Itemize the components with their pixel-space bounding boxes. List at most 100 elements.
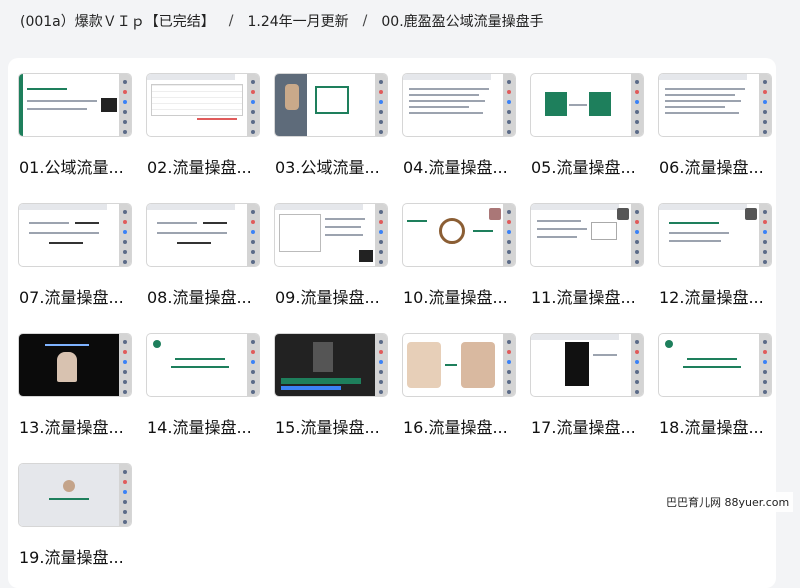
file-tile[interactable]: 11.流量操盘...: [528, 188, 644, 308]
file-thumbnail[interactable]: [403, 204, 515, 266]
file-grid-panel: 01.公域流量... 02.流量操盘... 03.公域流量... 04.流量操盘...…: [8, 58, 776, 588]
thumbnail-side-rail: [503, 204, 515, 266]
file-thumbnail[interactable]: [531, 334, 643, 396]
file-tile[interactable]: 04.流量操盘...: [400, 58, 516, 178]
file-tile[interactable]: 13.流量操盘...: [16, 318, 132, 438]
file-tile[interactable]: 19.流量操盘...: [16, 448, 132, 568]
watermark: 巴巴育儿网 88yuer.com: [662, 492, 794, 512]
thumbnail-preview: [403, 74, 503, 136]
file-tile[interactable]: 06.流量操盘...: [656, 58, 772, 178]
thumbnail-side-rail: [759, 334, 771, 396]
file-thumbnail[interactable]: [659, 334, 771, 396]
file-title[interactable]: 09.流量操盘...: [275, 284, 380, 308]
file-title[interactable]: 07.流量操盘...: [19, 284, 124, 308]
file-tile[interactable]: 14.流量操盘...: [144, 318, 260, 438]
file-title[interactable]: 19.流量操盘...: [19, 544, 124, 568]
file-title[interactable]: 08.流量操盘...: [147, 284, 252, 308]
thumbnail-side-rail: [503, 334, 515, 396]
file-title[interactable]: 03.公域流量...: [275, 154, 380, 178]
thumbnail-side-rail: [247, 204, 259, 266]
thumbnail-preview: [275, 334, 375, 396]
thumbnail-preview: [19, 204, 119, 266]
file-thumbnail[interactable]: [659, 204, 771, 266]
file-tile[interactable]: 15.流量操盘...: [272, 318, 388, 438]
file-title[interactable]: 16.流量操盘...: [403, 414, 508, 438]
thumbnail-preview: [659, 204, 759, 266]
file-title[interactable]: 17.流量操盘...: [531, 414, 636, 438]
file-title[interactable]: 01.公域流量...: [19, 154, 124, 178]
breadcrumb-item-current-folder[interactable]: 00.鹿盈盈公域流量操盘手: [381, 11, 543, 31]
thumbnail-preview: [147, 74, 247, 136]
thumbnail-preview: [147, 334, 247, 396]
file-thumbnail[interactable]: [275, 204, 387, 266]
thumbnail-preview: [275, 204, 375, 266]
thumbnail-preview: [531, 204, 631, 266]
breadcrumb-separator: /: [362, 13, 368, 29]
file-tile[interactable]: 07.流量操盘...: [16, 188, 132, 308]
thumbnail-preview: [19, 74, 119, 136]
file-tile[interactable]: 12.流量操盘...: [656, 188, 772, 308]
file-tile[interactable]: 03.公域流量...: [272, 58, 388, 178]
file-title[interactable]: 06.流量操盘...: [659, 154, 764, 178]
file-title[interactable]: 04.流量操盘...: [403, 154, 508, 178]
file-tile[interactable]: 08.流量操盘...: [144, 188, 260, 308]
thumbnail-preview: [531, 334, 631, 396]
thumbnail-side-rail: [375, 204, 387, 266]
file-thumbnail[interactable]: [19, 74, 131, 136]
thumbnail-preview: [403, 204, 503, 266]
thumbnail-side-rail: [759, 74, 771, 136]
thumbnail-side-rail: [119, 204, 131, 266]
thumbnail-side-rail: [247, 334, 259, 396]
file-title[interactable]: 13.流量操盘...: [19, 414, 124, 438]
thumbnail-preview: [19, 464, 119, 526]
file-thumbnail[interactable]: [531, 204, 643, 266]
file-tile[interactable]: 02.流量操盘...: [144, 58, 260, 178]
file-thumbnail[interactable]: [403, 74, 515, 136]
file-tile[interactable]: 09.流量操盘...: [272, 188, 388, 308]
thumbnail-side-rail: [759, 204, 771, 266]
file-tile[interactable]: 01.公域流量...: [16, 58, 132, 178]
thumbnail-side-rail: [119, 334, 131, 396]
thumbnail-preview: [275, 74, 375, 136]
thumbnail-side-rail: [119, 464, 131, 526]
file-thumbnail[interactable]: [147, 334, 259, 396]
file-title[interactable]: 11.流量操盘...: [531, 284, 636, 308]
thumbnail-preview: [659, 74, 759, 136]
thumbnail-preview: [659, 334, 759, 396]
file-title[interactable]: 02.流量操盘...: [147, 154, 252, 178]
file-thumbnail[interactable]: [147, 204, 259, 266]
thumbnail-preview: [147, 204, 247, 266]
thumbnail-preview: [19, 334, 119, 396]
thumbnail-preview: [403, 334, 503, 396]
breadcrumb-item-month[interactable]: 1.24年一月更新: [247, 11, 348, 31]
breadcrumb-separator: /: [228, 13, 234, 29]
file-title[interactable]: 05.流量操盘...: [531, 154, 636, 178]
file-thumbnail[interactable]: [275, 74, 387, 136]
file-thumbnail[interactable]: [531, 74, 643, 136]
file-title[interactable]: 10.流量操盘...: [403, 284, 508, 308]
file-tile[interactable]: 10.流量操盘...: [400, 188, 516, 308]
file-title[interactable]: 15.流量操盘...: [275, 414, 380, 438]
breadcrumb-item-root[interactable]: (001a）爆款ＶＩｐ【已完结】: [20, 11, 215, 31]
file-thumbnail[interactable]: [403, 334, 515, 396]
thumbnail-side-rail: [631, 74, 643, 136]
thumbnail-side-rail: [503, 74, 515, 136]
file-tile[interactable]: 17.流量操盘...: [528, 318, 644, 438]
file-thumbnail[interactable]: [19, 334, 131, 396]
file-tile[interactable]: 16.流量操盘...: [400, 318, 516, 438]
file-thumbnail[interactable]: [19, 464, 131, 526]
thumbnail-preview: [531, 74, 631, 136]
file-thumbnail[interactable]: [19, 204, 131, 266]
file-thumbnail[interactable]: [659, 74, 771, 136]
thumbnail-side-rail: [631, 204, 643, 266]
file-thumbnail[interactable]: [147, 74, 259, 136]
file-tile[interactable]: 05.流量操盘...: [528, 58, 644, 178]
file-tile[interactable]: 18.流量操盘...: [656, 318, 772, 438]
file-title[interactable]: 12.流量操盘...: [659, 284, 764, 308]
file-title[interactable]: 14.流量操盘...: [147, 414, 252, 438]
thumbnail-side-rail: [631, 334, 643, 396]
file-title[interactable]: 18.流量操盘...: [659, 414, 764, 438]
breadcrumb: (001a）爆款ＶＩｐ【已完结】 / 1.24年一月更新 / 00.鹿盈盈公域流…: [20, 10, 544, 32]
file-thumbnail[interactable]: [275, 334, 387, 396]
thumbnail-side-rail: [375, 74, 387, 136]
